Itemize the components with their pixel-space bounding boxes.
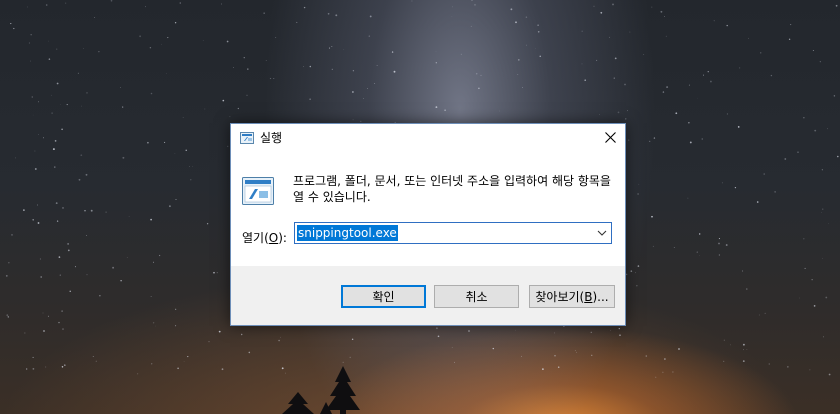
command-input[interactable]: snippingtool.exe [297,225,398,241]
open-label: 열기(O): [242,231,287,245]
chevron-down-icon[interactable] [597,228,607,238]
close-button[interactable] [595,124,625,150]
dialog-body: 프로그램, 폴더, 문서, 또는 인터넷 주소을 입력하여 해당 항목을 열 수… [231,152,625,266]
run-icon [242,177,274,205]
dialog-footer: 확인 취소 찾아보기(B)... [231,266,625,325]
ok-button[interactable]: 확인 [341,285,426,308]
title-bar[interactable]: 실행 [231,124,625,152]
open-combobox[interactable]: snippingtool.exe [294,222,612,244]
close-icon [604,131,616,143]
dialog-title: 실행 [260,131,283,145]
run-icon [240,132,254,144]
cancel-button[interactable]: 취소 [434,285,519,308]
run-dialog: 실행 프로그램, 폴더, 문서, 또는 인터넷 주소을 입력하여 해당 항목을 … [230,123,626,326]
dialog-description: 프로그램, 폴더, 문서, 또는 인터넷 주소을 입력하여 해당 항목을 열 수… [293,174,611,204]
browse-button[interactable]: 찾아보기(B)... [529,285,615,308]
